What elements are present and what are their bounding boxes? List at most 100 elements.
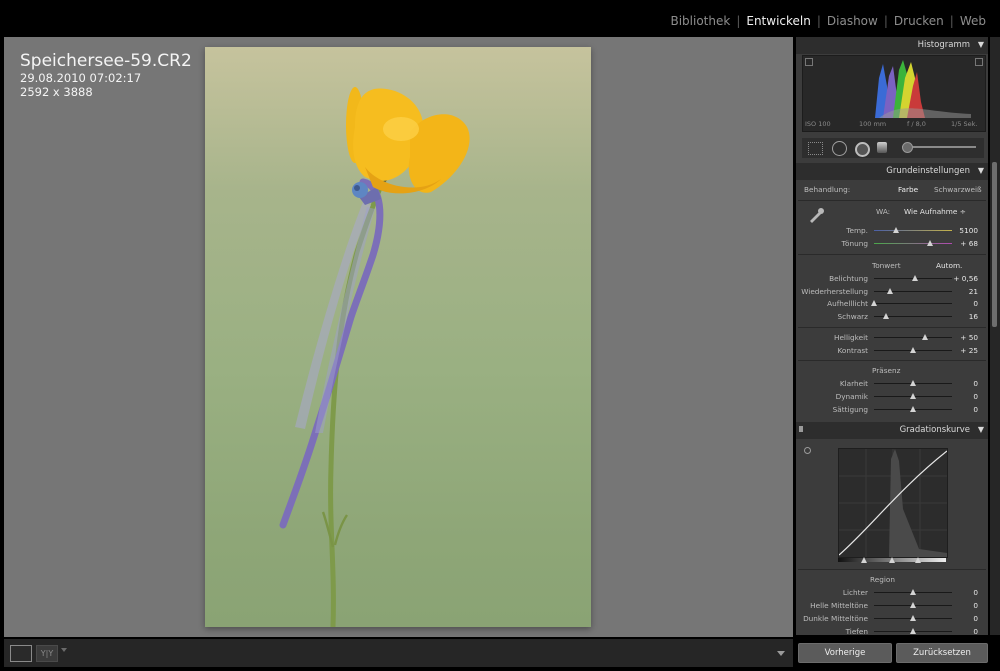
brightness-slider-thumb[interactable] — [922, 334, 929, 340]
tone-slider-track[interactable] — [874, 290, 952, 292]
tone-slider-thumb[interactable] — [887, 287, 894, 294]
tone-label: Aufhelllicht — [827, 299, 868, 308]
tone-value[interactable]: 21 — [946, 287, 978, 296]
tone-label: Wiederherstellung — [801, 286, 868, 296]
module-library[interactable]: Bibliothek — [670, 14, 730, 28]
tone-slider-track[interactable] — [874, 303, 952, 304]
split-shadows-thumb[interactable] — [861, 557, 867, 563]
brightness-slider-track[interactable] — [874, 337, 952, 338]
temp-value[interactable]: 5100 — [946, 226, 978, 235]
treatment-bw-button[interactable]: Schwarzweiß — [934, 185, 982, 194]
presence-value[interactable]: 0 — [946, 405, 978, 414]
presence-slider-thumb[interactable] — [910, 406, 916, 412]
loupe-view-icon[interactable] — [10, 645, 32, 662]
tone-label: Tonwert — [872, 261, 901, 270]
tone-curve-header[interactable]: Gradationskurve ▼ — [796, 422, 988, 439]
histogram-header[interactable]: Histogramm ▼ — [796, 37, 988, 54]
histogram-title: Histogramm — [917, 40, 970, 50]
image-view[interactable]: Speichersee-59.CR2 29.08.2010 07:02:17 2… — [4, 37, 793, 637]
panel-switch-icon[interactable] — [799, 426, 803, 432]
module-slideshow[interactable]: Diashow — [827, 14, 878, 28]
tone-curve-svg — [838, 449, 948, 557]
spot-removal-icon[interactable] — [832, 141, 847, 156]
temp-slider-track[interactable] — [874, 230, 952, 231]
module-develop[interactable]: Entwickeln — [746, 14, 810, 28]
targeted-adjustment-icon[interactable] — [804, 447, 811, 454]
brush-tip-icon[interactable] — [902, 142, 913, 153]
image-info-overlay: Speichersee-59.CR2 29.08.2010 07:02:17 2… — [20, 51, 192, 99]
eyedropper-icon[interactable] — [808, 207, 826, 223]
adjustment-brush-icon[interactable] — [902, 146, 976, 148]
section-divider — [798, 327, 986, 328]
split-midtones-thumb[interactable] — [889, 557, 895, 563]
tint-slider-track[interactable] — [874, 243, 952, 244]
section-divider — [798, 569, 986, 570]
presence-value[interactable]: 0 — [946, 379, 978, 388]
region-label: Dunkle Mitteltöne — [803, 614, 868, 623]
brightness-value[interactable]: + 25 — [946, 346, 978, 355]
presence-label: Präsenz — [872, 366, 901, 375]
toolbar-menu-chevron-icon[interactable] — [777, 651, 785, 656]
region-value[interactable]: 0 — [946, 588, 978, 597]
collapse-triangle-icon[interactable]: ▼ — [978, 166, 984, 175]
panel-scrollbar-thumb[interactable] — [992, 162, 997, 327]
collapse-triangle-icon[interactable]: ▼ — [978, 40, 984, 49]
basic-header[interactable]: Grundeinstellungen ▼ — [796, 163, 988, 180]
reset-button[interactable]: Zurücksetzen — [896, 643, 988, 663]
graduated-filter-icon[interactable] — [877, 142, 887, 153]
region-slider-thumb[interactable] — [910, 615, 916, 621]
shadow-clipping-icon[interactable] — [805, 58, 813, 66]
temp-slider-thumb[interactable] — [892, 227, 899, 233]
tone-value[interactable]: 0 — [946, 299, 978, 308]
panel-scrollbar[interactable] — [990, 37, 1000, 635]
previous-button[interactable]: Vorherige — [798, 643, 892, 663]
tone-value[interactable]: 16 — [946, 312, 978, 321]
module-separator: | — [736, 14, 741, 28]
region-value[interactable]: 0 — [946, 601, 978, 610]
presence-slider-thumb[interactable] — [910, 380, 916, 386]
brightness-label: Kontrast — [837, 346, 868, 355]
highlight-clipping-icon[interactable] — [975, 58, 983, 66]
region-slider-thumb[interactable] — [910, 628, 916, 634]
brightness-value[interactable]: + 50 — [946, 333, 978, 342]
image-filename: Speichersee-59.CR2 — [20, 51, 192, 71]
tint-value[interactable]: + 68 — [946, 239, 978, 248]
tone-slider-thumb[interactable] — [871, 300, 877, 306]
tone-value[interactable]: + 0,56 — [946, 274, 978, 283]
brightness-slider-thumb[interactable] — [910, 347, 916, 353]
bottom-toolbar: Y|Y — [4, 639, 793, 667]
before-after-view-icon[interactable]: Y|Y — [36, 645, 58, 662]
image-datetime: 29.08.2010 07:02:17 — [20, 71, 142, 85]
histogram[interactable]: ISO 100 100 mm f / 8,0 1/5 Sek. — [802, 55, 986, 132]
module-web[interactable]: Web — [960, 14, 986, 28]
red-eye-icon[interactable] — [855, 142, 870, 157]
section-divider — [798, 200, 986, 201]
region-slider-thumb[interactable] — [910, 602, 916, 608]
exif-aperture: f / 8,0 — [907, 120, 926, 128]
panel-buttons: Vorherige Zurücksetzen — [796, 643, 988, 663]
split-highlights-thumb[interactable] — [915, 557, 921, 563]
tone-curve-graph[interactable] — [838, 448, 948, 558]
treatment-label: Behandlung: — [804, 185, 851, 194]
tone-slider-thumb[interactable] — [883, 312, 890, 319]
treatment-color-button[interactable]: Farbe — [898, 185, 918, 194]
crop-tool-icon[interactable] — [808, 142, 823, 155]
collapse-triangle-icon[interactable]: ▼ — [978, 425, 984, 434]
presence-label: Dynamik — [835, 392, 868, 401]
region-slider-thumb[interactable] — [910, 589, 916, 595]
presence-label: Klarheit — [839, 379, 868, 388]
wb-select[interactable]: Wie Aufnahme ÷ — [904, 207, 966, 216]
presence-slider-thumb[interactable] — [910, 393, 916, 399]
presence-value[interactable]: 0 — [946, 392, 978, 401]
auto-tone-button[interactable]: Autom. — [936, 261, 962, 270]
module-separator: | — [883, 14, 888, 28]
tool-strip — [802, 138, 984, 158]
view-options-chevron-icon[interactable] — [61, 648, 67, 652]
tone-slider-thumb[interactable] — [912, 275, 919, 281]
tint-slider-thumb[interactable] — [927, 240, 934, 246]
wb-label: WA: — [876, 207, 891, 216]
region-value[interactable]: 0 — [946, 614, 978, 623]
region-value[interactable]: 0 — [946, 627, 978, 635]
module-print[interactable]: Drucken — [894, 14, 944, 28]
photo-damselfly-on-buttercup[interactable] — [205, 47, 591, 627]
